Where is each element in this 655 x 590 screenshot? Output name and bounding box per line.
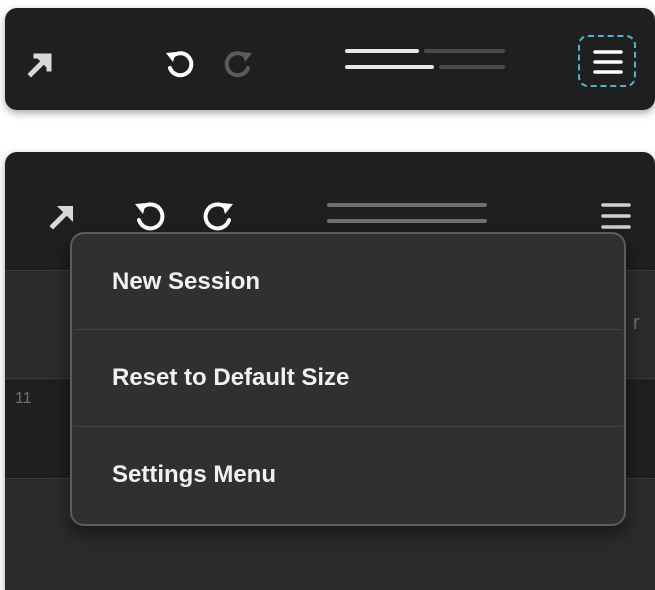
level-meter (327, 203, 489, 227)
redo-icon[interactable] (197, 198, 237, 232)
menu-item-label: Reset to Default Size (112, 364, 350, 391)
toolbar-panel-focused (5, 8, 655, 110)
level-meter-fill (345, 49, 419, 53)
row-number: 11 (15, 390, 32, 407)
menu-item-reset-size[interactable]: Reset to Default Size (72, 330, 624, 426)
level-meter-track (439, 65, 505, 69)
menu-item-label: New Session (112, 268, 261, 295)
menu-button[interactable] (578, 35, 636, 87)
menu-item-new-session[interactable]: New Session (72, 234, 624, 330)
level-meter-track (327, 219, 487, 223)
expand-arrow-icon[interactable] (49, 202, 77, 230)
level-meter-fill (345, 65, 434, 69)
dropdown-menu: New Session Reset to Default Size Settin… (70, 232, 626, 526)
undo-icon[interactable] (131, 198, 171, 232)
hamburger-menu-icon[interactable] (601, 202, 631, 232)
expand-arrow-icon[interactable] (27, 52, 53, 78)
hamburger-menu-icon (593, 49, 623, 75)
level-meter-track (327, 203, 487, 207)
undo-icon[interactable] (163, 48, 199, 80)
level-meter-track (424, 49, 505, 53)
level-meter (345, 48, 505, 78)
menu-item-settings[interactable]: Settings Menu (72, 427, 624, 523)
menu-item-label: Settings Menu (112, 461, 277, 488)
edge-letter: r (633, 312, 640, 334)
redo-icon[interactable] (221, 48, 257, 80)
